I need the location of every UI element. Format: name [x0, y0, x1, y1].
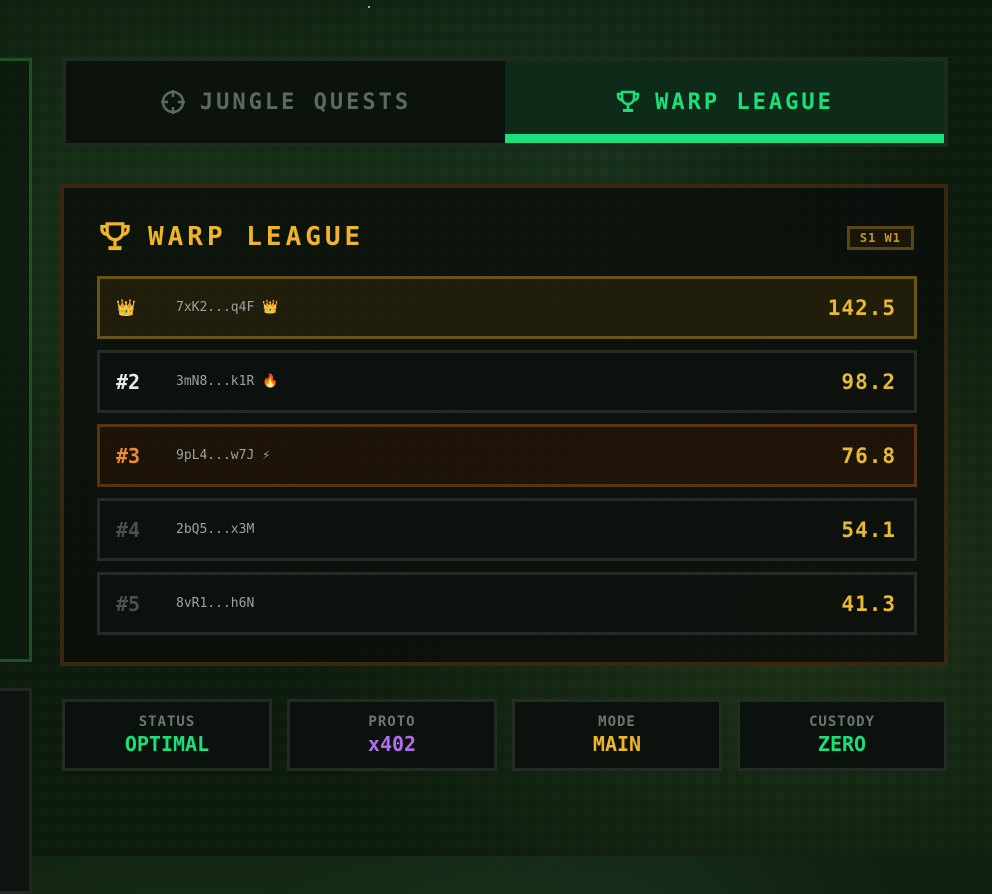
score: 98.2 — [841, 369, 896, 394]
tab-label: JUNGLE QUESTS — [199, 89, 412, 115]
wallet-cell: 2bQ5...x3M — [176, 522, 254, 537]
decorative-dot — [368, 6, 370, 8]
side-panel-left — [0, 58, 32, 662]
score: 54.1 — [841, 517, 896, 542]
trophy-icon — [616, 90, 640, 112]
rank: #4 — [116, 517, 141, 542]
panel-title: WARP LEAGUE — [148, 222, 365, 252]
fire-icon: 🔥 — [262, 374, 279, 389]
warp-league-panel: WARP LEAGUE S1 W1 👑 7xK2...q4F 👑 142.5 #… — [60, 184, 948, 666]
wallet-address: 8vR1...h6N — [176, 596, 255, 611]
tab-warp-league[interactable]: WARP LEAGUE — [505, 61, 944, 143]
stat-label: STATUS — [138, 714, 196, 730]
wallet-address: 3mN8...k1R — [176, 374, 255, 389]
stat-value: ZERO — [817, 732, 867, 756]
score: 41.3 — [841, 591, 896, 616]
rank: #3 — [116, 443, 141, 468]
season-badge: S1 W1 — [846, 226, 914, 250]
wallet-cell: 7xK2...q4F 👑 — [176, 300, 278, 315]
rank: #5 — [116, 591, 141, 616]
wallet-cell: 3mN8...k1R 🔥 — [176, 374, 278, 389]
side-panel-left-bottom — [0, 688, 32, 894]
stat-value: x402 — [367, 732, 417, 756]
leaderboard-row[interactable]: #4 2bQ5...x3M 54.1 — [97, 498, 917, 561]
wallet-address: 7xK2...q4F — [176, 300, 255, 315]
leaderboard-row[interactable]: #3 9pL4...w7J ⚡ 76.8 — [97, 424, 917, 487]
trophy-icon — [100, 222, 130, 251]
crown-icon: 👑 — [116, 298, 136, 317]
crown-icon: 👑 — [262, 300, 279, 315]
leaderboard-row[interactable]: 👑 7xK2...q4F 👑 142.5 — [97, 276, 917, 339]
lightning-icon: ⚡ — [262, 448, 271, 463]
leaderboard-row[interactable]: #5 8vR1...h6N 41.3 — [97, 572, 917, 635]
panel-header: WARP LEAGUE — [98, 220, 364, 254]
score: 142.5 — [827, 295, 896, 320]
stat-proto: PROTO x402 — [287, 699, 497, 771]
score: 76.8 — [841, 443, 896, 468]
stat-label: MODE — [598, 714, 636, 730]
tab-label: WARP LEAGUE — [655, 89, 834, 115]
rank: #2 — [116, 369, 141, 394]
tab-jungle-quests[interactable]: JUNGLE QUESTS — [66, 61, 505, 143]
wallet-address: 9pL4...w7J — [176, 448, 255, 463]
wallet-address: 2bQ5...x3M — [176, 522, 255, 537]
stat-value: MAIN — [592, 732, 642, 756]
stat-custody: CUSTODY ZERO — [737, 699, 947, 771]
leaderboard-row[interactable]: #2 3mN8...k1R 🔥 98.2 — [97, 350, 917, 413]
stat-value: OPTIMAL — [124, 732, 210, 756]
stat-status: STATUS OPTIMAL — [62, 699, 272, 771]
tab-bar: JUNGLE QUESTS WARP LEAGUE — [62, 57, 948, 147]
wallet-cell: 9pL4...w7J ⚡ — [176, 448, 270, 463]
wallet-cell: 8vR1...h6N — [176, 596, 254, 611]
crosshair-icon — [160, 90, 185, 114]
stat-mode: MODE MAIN — [512, 699, 722, 771]
stat-label: CUSTODY — [808, 714, 875, 730]
stat-label: PROTO — [368, 714, 416, 730]
